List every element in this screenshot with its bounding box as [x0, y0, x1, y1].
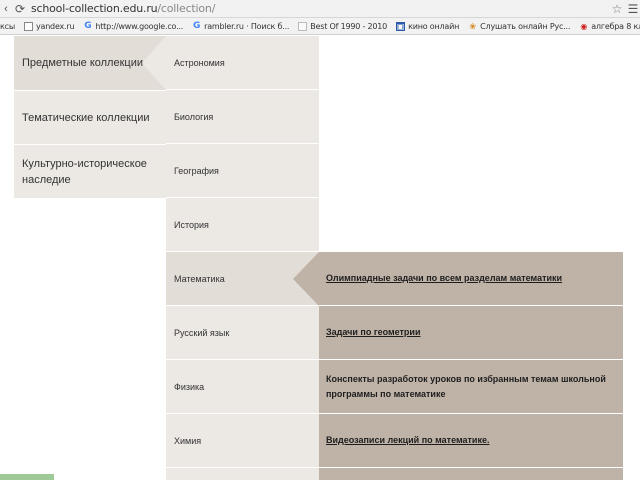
menu-item-label: Культурно-историческое наследие	[22, 157, 147, 186]
bookmark-label: ксы	[0, 21, 15, 31]
collection-link-label[interactable]: Видеозаписи лекций по математике.	[326, 433, 489, 448]
star-icon[interactable]: ☆	[608, 2, 626, 16]
google-icon: G	[84, 20, 92, 31]
collection-link-olympiad[interactable]: Олимпиадные задачи по всем разделам мате…	[319, 252, 623, 306]
bookmark-label: Слушать онлайн Рус...	[480, 21, 571, 31]
collection-link-lectures[interactable]: Видеозаписи лекций по математике.	[319, 414, 623, 468]
subject-label: Астрономия	[174, 57, 225, 68]
google-icon: G	[193, 20, 201, 31]
menu-item-cultural-heritage[interactable]: Культурно-историческое наследие	[14, 144, 166, 198]
subject-item-chemistry[interactable]: Химия	[166, 414, 319, 468]
leaf-icon: ❀	[469, 21, 476, 31]
active-pointer-arrow	[142, 36, 166, 90]
subject-item-russian[interactable]: Русский язык	[166, 306, 319, 360]
menu-item-label: Тематические коллекции	[22, 111, 150, 124]
math-collections-list: Олимпиадные задачи по всем разделам мате…	[319, 252, 623, 480]
bookmark-item[interactable]: Ghttp://www.google.co...	[83, 20, 184, 31]
active-pointer-arrow	[293, 252, 319, 306]
address-bar[interactable]: school-collection.edu.ru/collection/	[28, 2, 608, 15]
bookmark-item[interactable]: ксы	[0, 22, 15, 31]
bookmark-label: Best Of 1990 - 2010	[310, 21, 388, 31]
bookmark-label: кино онлайн	[408, 21, 460, 31]
page-icon	[298, 21, 308, 31]
subject-label: География	[174, 165, 219, 176]
circle-icon: ◉	[580, 21, 588, 31]
page-icon	[23, 21, 33, 31]
subject-item-biology[interactable]: Биология	[166, 90, 319, 144]
collection-link-geometry[interactable]: Задачи по геометрии	[319, 306, 623, 360]
menu-item-label: Предметные коллекции	[22, 57, 143, 69]
subject-label: Русский язык	[174, 327, 230, 338]
menu-item-thematic-collections[interactable]: Тематические коллекции	[14, 90, 166, 144]
subject-label: Физика	[174, 381, 205, 392]
subject-item-physics[interactable]: Физика	[166, 360, 319, 414]
browser-toolbar: ‹ ⟳ school-collection.edu.ru/collection/…	[0, 0, 640, 18]
bookmark-item[interactable]: ◉алгебра 8 класс нове...	[579, 22, 640, 31]
bookmarks-bar: ксы yandex.ru Ghttp://www.google.co... G…	[0, 18, 640, 35]
url-host: school-collection.edu.ru	[31, 2, 158, 15]
subject-label: Математика	[174, 273, 225, 284]
bookmark-item[interactable]: yandex.ru	[23, 21, 75, 31]
menu-icon[interactable]: ☰	[626, 2, 640, 16]
collection-label: Конспекты разработок уроков по избранным…	[326, 373, 606, 399]
subject-item-history[interactable]: История	[166, 198, 319, 252]
collection-item-lesson-notes[interactable]: Конспекты разработок уроков по избранным…	[319, 360, 623, 414]
subject-label: Биология	[174, 111, 214, 122]
collection-link-label[interactable]: Олимпиадные задачи по всем разделам мате…	[326, 271, 562, 286]
bookmark-item[interactable]: ▣ кино онлайн	[396, 21, 460, 31]
reload-icon[interactable]: ⟳	[12, 2, 28, 16]
collection-link-label[interactable]: Задачи по геометрии	[326, 325, 420, 340]
subject-item-geography[interactable]: География	[166, 144, 319, 198]
bookmark-item[interactable]: Grambler.ru · Поиск б...	[192, 20, 290, 31]
bookmark-label: алгебра 8 класс нове...	[591, 21, 640, 31]
subject-item-astronomy[interactable]: Астрономия	[166, 36, 319, 90]
subject-label: История	[174, 219, 209, 230]
url-path: /collection/	[157, 2, 216, 15]
film-icon: ▣	[396, 21, 406, 31]
bookmark-label: rambler.ru · Поиск б...	[204, 21, 290, 31]
back-arrow-icon[interactable]: ‹	[0, 3, 12, 15]
bookmark-label: yandex.ru	[35, 21, 75, 31]
loading-indicator	[0, 474, 54, 480]
subject-label: Химия	[174, 435, 202, 446]
collections-page: Предметные коллекции Тематические коллек…	[0, 36, 640, 480]
bookmark-label: http://www.google.co...	[95, 21, 184, 31]
bookmark-item[interactable]: ❀ Слушать онлайн Рус...	[468, 22, 570, 31]
bookmark-item[interactable]: Best Of 1990 - 2010	[298, 21, 388, 31]
